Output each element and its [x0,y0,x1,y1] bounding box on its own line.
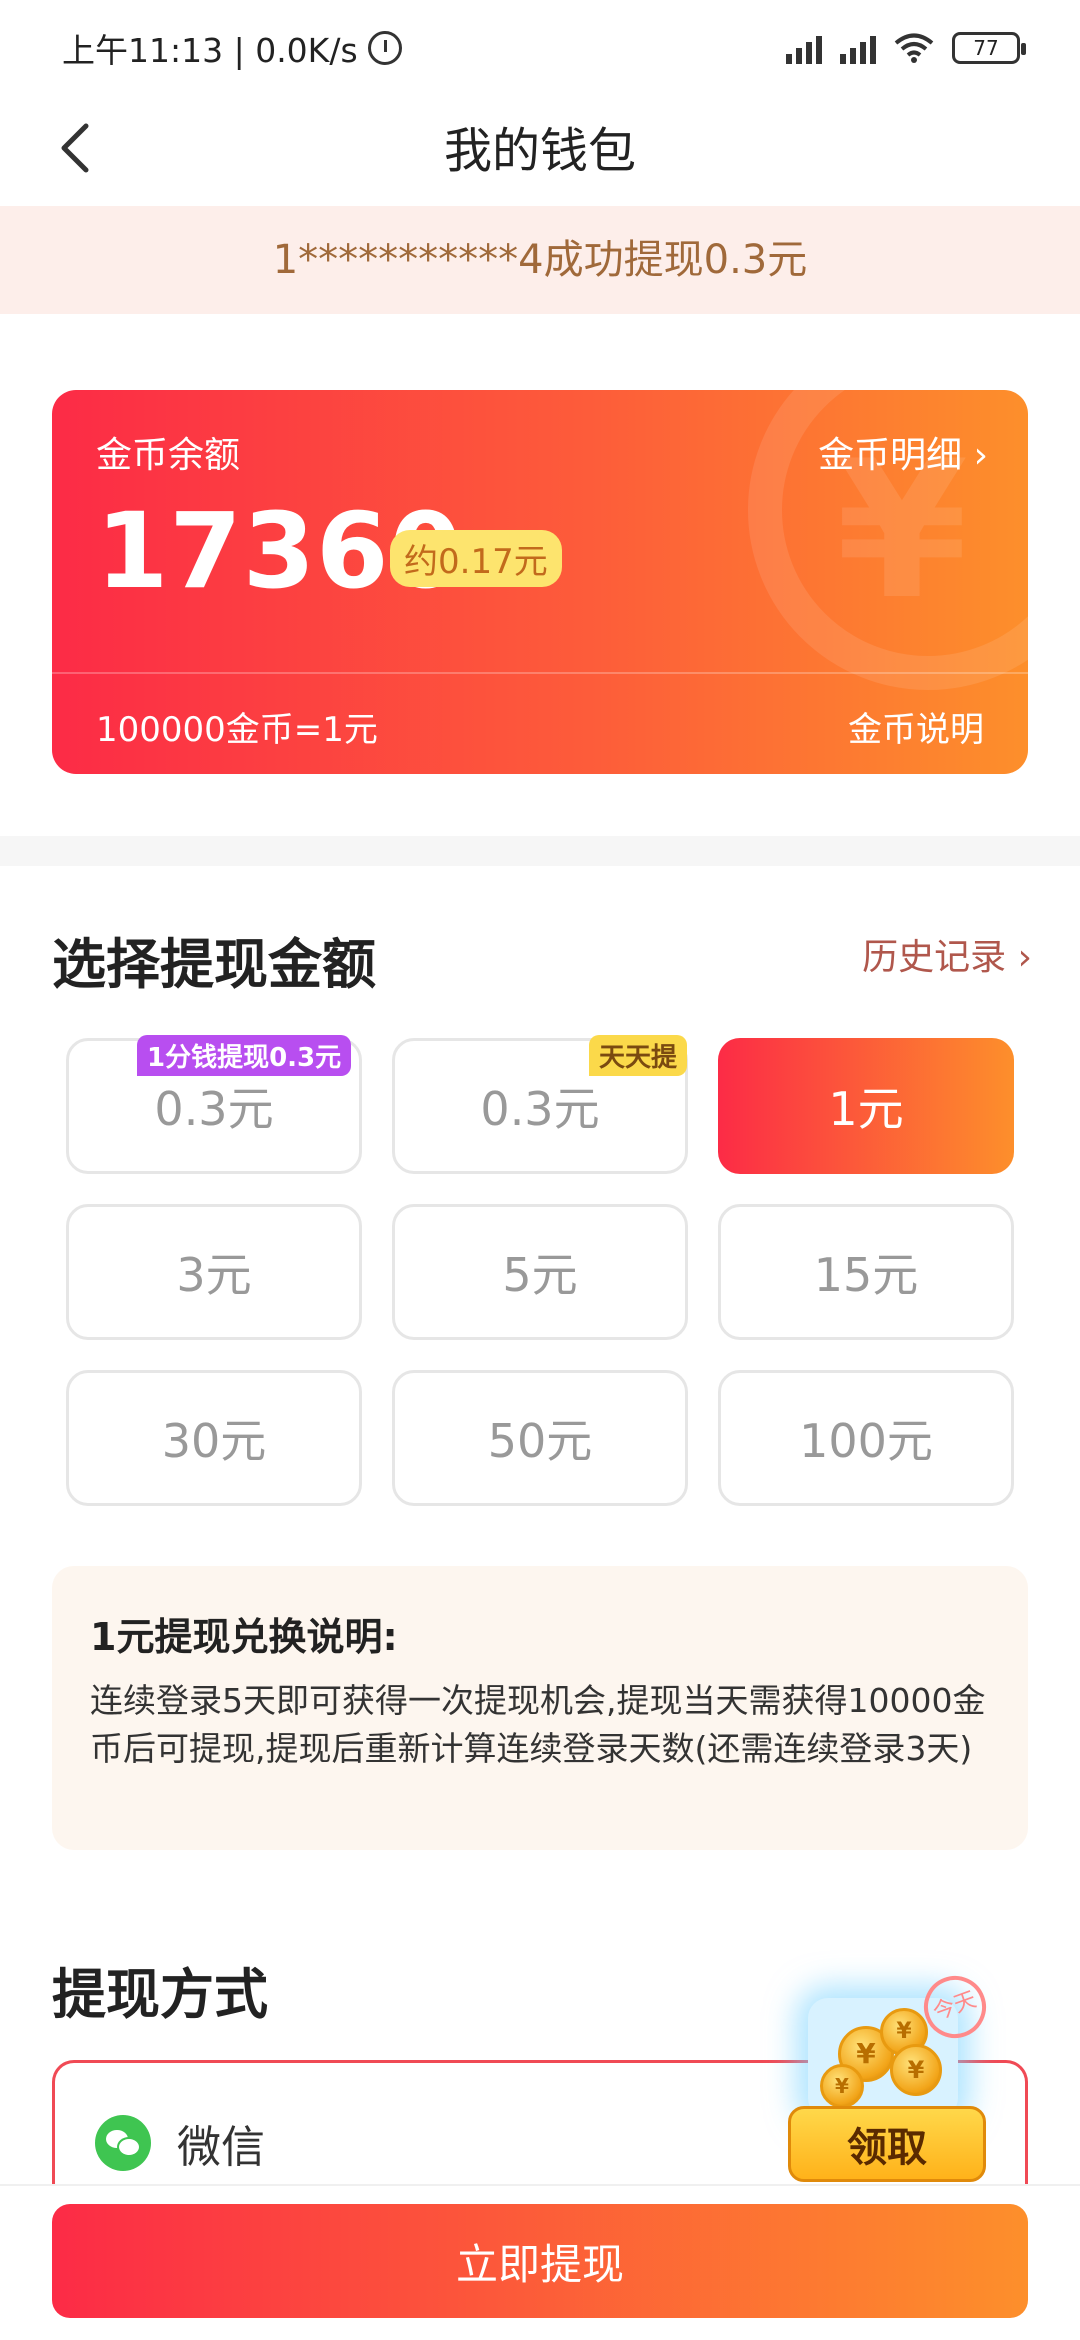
option-label: 50元 [487,1414,593,1468]
amount-option[interactable]: 1分钱提现0.3元 0.3元 [66,1035,362,1174]
amount-option[interactable]: 3元 [66,1204,362,1340]
option-label: 100元 [799,1414,933,1468]
history-link[interactable]: 历史记录 › [862,928,1032,980]
withdraw-amount-title: 选择提现金额 [52,933,376,996]
signal-icon [786,32,822,64]
payment-method-title: 提现方式 [52,1963,268,2026]
status-left: 上午11:13 | 0.0K/s [62,24,402,72]
wechat-icon [95,2115,151,2171]
coin-icon: ¥ [820,2064,864,2108]
option-label: 15元 [813,1248,919,1302]
coin-icon: ¥ [890,2044,942,2096]
explanation-heading: 1元提现兑换说明: [90,1615,398,1659]
option-label: 0.3元 [154,1082,274,1136]
option-tag: 天天提 [588,1035,687,1076]
amount-option[interactable]: 天天提 0.3元 [392,1035,688,1174]
withdraw-notice-banner: 1***********4成功提现0.3元 [0,206,1080,314]
nav-bar: 我的钱包 [0,96,1080,206]
withdraw-explanation: 1元提现兑换说明: 连续登录5天即可获得一次提现机会,提现当天需获得10000金… [52,1566,1028,1850]
option-tag: 1分钱提现0.3元 [137,1035,352,1076]
wifi-icon [894,33,934,63]
withdraw-now-button[interactable]: 立即提现 [52,2204,1028,2318]
exchange-rate: 100000金币=1元 [96,710,378,750]
approx-yuan-badge: 约0.17元 [390,530,562,587]
card-divider [52,672,1028,674]
amount-option[interactable]: 30元 [66,1370,362,1506]
floating-reward-widget[interactable]: 今天 ¥ ¥ ¥ ¥ 领取 [786,1967,995,2182]
option-label: 5元 [502,1248,578,1302]
section-divider [0,836,1080,866]
amount-option[interactable]: 50元 [392,1370,688,1506]
status-right: 77 [786,32,1026,64]
page-title: 我的钱包 [443,123,636,179]
claim-reward-button[interactable]: 领取 [788,2106,986,2182]
option-label: 3元 [176,1248,252,1302]
option-label: 0.3元 [480,1082,600,1136]
amount-option-selected[interactable]: 1元 [718,1038,1014,1174]
amount-option[interactable]: 15元 [718,1204,1014,1340]
battery-level: 77 [973,36,999,60]
status-time: 上午11:13 | 0.0K/s [62,31,358,70]
balance-label: 金币余额 [96,435,241,476]
battery-icon: 77 [952,32,1026,64]
explanation-body: 连续登录5天即可获得一次提现机会,提现当天需获得10000金币后可提现,提现后重… [90,1681,986,1768]
coin-explain-link[interactable]: 金币说明 [848,702,984,751]
option-label: 30元 [161,1414,267,1468]
payment-method-name: 微信 [177,2122,265,2173]
amount-option[interactable]: 100元 [718,1370,1014,1506]
balance-card: ¥ 金币余额 金币明细 › 17360 约0.17元 100000金币=1元 金… [52,390,1028,774]
option-label: 1元 [828,1082,904,1136]
hd-signal-icon [840,32,876,64]
bottom-action-bar: 立即提现 [0,2184,1080,2340]
coin-detail-link[interactable]: 金币明细 › [818,426,988,478]
alarm-icon [367,31,402,65]
amount-option[interactable]: 5元 [392,1204,688,1340]
status-bar: 上午11:13 | 0.0K/s 77 [0,0,1080,96]
